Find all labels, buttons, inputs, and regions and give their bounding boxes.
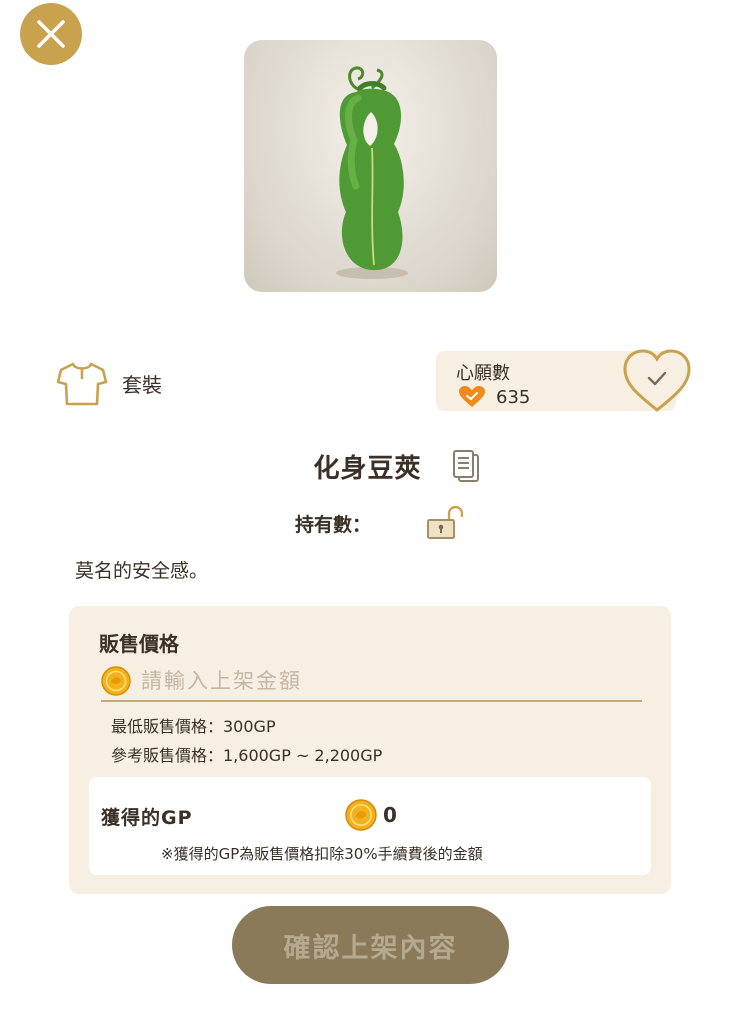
- reference-price-note: 參考販售價格：1,600GP ~ 2,200GP: [111, 746, 383, 765]
- copy-icon[interactable]: [452, 449, 480, 483]
- price-panel: 販售價格 最低販售價格：300GP 參考販售價格：1,600GP ~ 2,200…: [69, 606, 671, 894]
- add-to-wishlist-button[interactable]: [622, 348, 692, 414]
- item-image-card: [244, 40, 497, 292]
- min-price-note: 最低販售價格：300GP: [111, 717, 276, 736]
- category-label: 套裝: [122, 372, 162, 397]
- shirt-icon: [56, 362, 108, 406]
- unlock-icon: [427, 506, 464, 539]
- item-description: 莫名的安全感。: [75, 560, 209, 582]
- fee-note: ※獲得的GP為販售價格扣除30%手續費後的金額: [161, 845, 483, 863]
- heart-icon: [459, 386, 485, 407]
- earned-gp-box: 獲得的GP 0 ※獲得的GP為販售價格扣除30%手續費後的金額: [89, 777, 651, 875]
- close-icon: [37, 20, 65, 48]
- item-category: 套裝: [56, 358, 162, 408]
- holding-count-row: 持有數：: [295, 503, 464, 543]
- gp-coin-icon: [101, 666, 131, 696]
- price-title: 販售價格: [99, 632, 179, 656]
- pea-pod-image: [336, 66, 408, 279]
- earned-gp-value: 0: [383, 803, 397, 827]
- holding-value: [371, 510, 427, 536]
- confirm-listing-button[interactable]: 確認上架內容: [232, 906, 509, 984]
- wishlist-count: 635: [496, 386, 531, 408]
- price-input-row: [101, 662, 642, 702]
- heart-outline-icon: [623, 349, 691, 412]
- holding-label: 持有數：: [295, 513, 372, 536]
- close-button[interactable]: [20, 3, 82, 65]
- price-input[interactable]: [139, 668, 623, 694]
- gp-coin-icon: [345, 799, 377, 831]
- item-name: 化身豆莢: [313, 453, 422, 484]
- wishlist-title: 心願數: [456, 363, 510, 384]
- earned-gp-label: 獲得的GP: [101, 807, 193, 829]
